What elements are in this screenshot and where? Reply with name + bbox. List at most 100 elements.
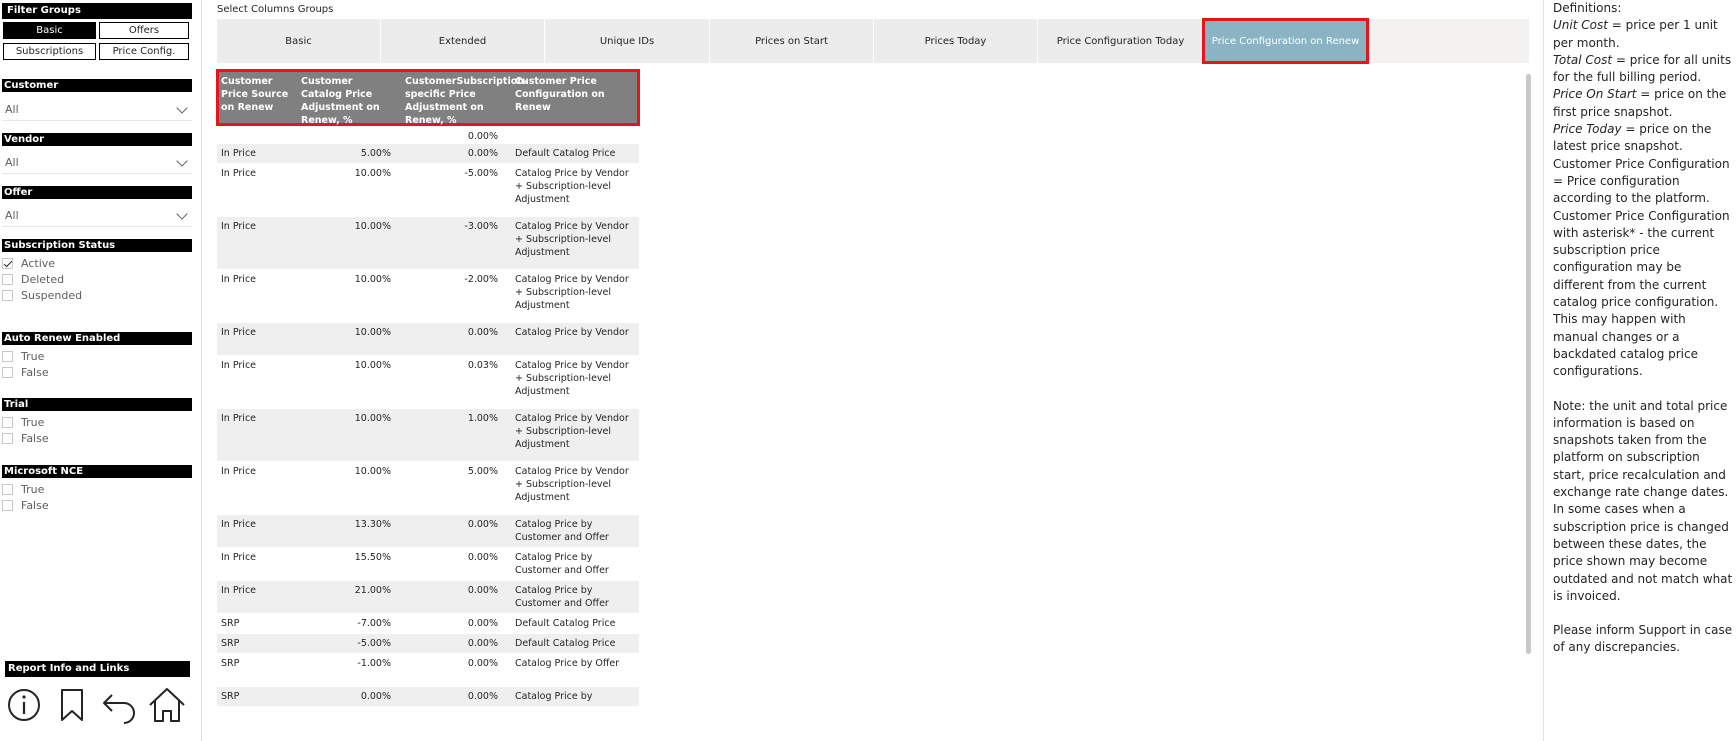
info-icon[interactable] [5,686,43,724]
cell-specific-adjustment: 5.00% [467,466,498,477]
checkbox-icon [2,289,13,301]
cell-specific-adjustment: -2.00% [464,274,498,285]
cell-specific-adjustment: 0.00% [467,691,498,702]
tab-prices-today[interactable]: Prices Today [874,19,1038,63]
cell-specific-adjustment: 0.00% [467,519,498,530]
table-row[interactable]: In Price 10.00% -3.00% Catalog Price by Ven… [217,217,639,270]
vendor-dropdown-value: All [5,156,19,169]
column-header-price-source[interactable]: Customer Price Source on Renew [221,75,296,114]
cell-price-source: SRP [221,658,240,669]
cell-specific-adjustment: 0.00% [467,552,498,563]
auto-renew-true-checkbox[interactable]: True [2,349,44,363]
cell-price-source: In Price [221,552,257,563]
ms-nce-true-checkbox[interactable]: True [2,482,44,496]
table-row[interactable]: In Price 5.00% 0.00% Default Catalog Price [217,144,639,164]
cell-price-configuration: Catalog Price by Customer and Offer [515,552,609,576]
table-row[interactable]: In Price 10.00% 0.03% Catalog Price by Vend… [217,356,639,409]
cell-catalog-adjustment: -7.00% [357,618,391,629]
trial-true-checkbox[interactable]: True [2,415,44,429]
tab-prices-on-start[interactable]: Prices on Start [710,19,874,63]
tab-unique-ids[interactable]: Unique IDs [545,19,710,63]
filter-group-offers-button[interactable]: Offers [99,22,189,39]
filter-panel: Filter Groups Basic Offers Subscriptions… [0,0,202,741]
tab-price-configuration-today[interactable]: Price Configuration Today [1038,19,1203,63]
tab-price-configuration-on-renew[interactable]: Price Configuration on Renew [1202,18,1369,64]
table-header: Customer Price Source on Renew Customer … [216,69,640,127]
trial-false-label: False [21,431,49,445]
report-info-title: Report Info and Links [5,661,190,677]
table-row[interactable]: SRP 0.00% 0.00% Catalog Price by [217,687,639,707]
ms-nce-true-label: True [21,482,45,496]
checkbox-checked-icon [2,257,13,269]
cell-price-source: In Price [221,413,257,424]
tab-extended[interactable]: Extended [381,19,545,63]
home-icon[interactable] [148,686,186,724]
table-row[interactable]: In Price 10.00% 0.00% Catalog Price by Vend… [217,323,639,356]
checkbox-icon [2,432,13,444]
table-row[interactable]: SRP -1.00% 0.00% Catalog Price by Offer [217,654,639,687]
trial-title: Trial [2,398,192,411]
cell-specific-adjustment: 0.00% [467,131,498,142]
column-header-catalog-adjustment[interactable]: Customer Catalog Price Adjustment on Ren… [301,75,391,127]
vendor-dropdown[interactable]: All [2,152,192,174]
definition-customer-price-config-asterisk: Customer Price Configuration with asteri… [1553,208,1730,310]
cell-price-configuration: Default Catalog Price [515,618,616,629]
cell-catalog-adjustment: 10.00% [354,413,391,424]
cell-catalog-adjustment: 10.00% [354,466,391,477]
ms-nce-false-checkbox[interactable]: False [2,498,49,512]
cell-price-source: In Price [221,466,257,477]
checkbox-icon [2,483,13,495]
cell-price-source: In Price [221,519,257,530]
cell-price-configuration: Catalog Price by Vendor [515,327,629,338]
table-row[interactable]: In Price 10.00% 1.00% Catalog Price by Vend… [217,409,639,462]
table-row[interactable]: SRP -7.00% 0.00% Default Catalog Price [217,614,639,634]
cell-price-configuration: Catalog Price by Customer and Offer [515,585,609,609]
table-row[interactable]: In Price 10.00% 5.00% Catalog Price by Vend… [217,462,639,515]
status-deleted-checkbox[interactable]: Deleted [2,272,64,286]
cell-price-configuration: Catalog Price by Vendor + Subscription-l… [515,413,629,450]
filter-group-basic-button[interactable]: Basic [3,22,96,39]
table-row[interactable]: In Price 21.00% 0.00% Catalog Price by Cust… [217,581,639,614]
customer-dropdown[interactable]: All [2,99,192,121]
table-row[interactable]: In Price 13.30% 0.00% Catalog Price by Cust… [217,515,639,548]
table-row[interactable]: In Price 10.00% -5.00% Catalog Price by Ven… [217,164,639,217]
cell-price-configuration: Catalog Price by Vendor + Subscription-l… [515,221,629,258]
cell-catalog-adjustment: 10.00% [354,221,391,232]
report-page: Filter Groups Basic Offers Subscriptions… [0,0,1736,741]
checkbox-icon [2,416,13,428]
bookmark-icon[interactable] [53,686,91,724]
table-row[interactable]: SRP -5.00% 0.00% Default Catalog Price [217,634,639,654]
table-row[interactable]: In Price 15.50% 0.00% Catalog Price by Cust… [217,548,639,581]
cell-price-source: In Price [221,585,257,596]
status-active-checkbox[interactable]: Active [2,256,55,270]
filter-groups-title: Filter Groups [2,3,192,19]
cell-specific-adjustment: 0.00% [467,638,498,649]
filter-group-price-config-button[interactable]: Price Config. [99,43,189,60]
auto-renew-false-label: False [21,365,49,379]
select-columns-label: Select Columns Groups [217,4,334,15]
table-row[interactable]: In Price 10.00% -2.00% Catalog Price by Ven… [217,270,639,323]
checkbox-icon [2,273,13,285]
cell-catalog-adjustment: 0.00% [360,691,391,702]
checkbox-icon [2,499,13,511]
cell-price-source: In Price [221,168,257,179]
cell-price-configuration: Catalog Price by Vendor + Subscription-l… [515,466,629,503]
auto-renew-false-checkbox[interactable]: False [2,365,49,379]
definition-price-today: Price Today = price on the latest price … [1553,122,1712,154]
offer-dropdown[interactable]: All [2,205,192,227]
filter-group-subscriptions-button[interactable]: Subscriptions [3,43,96,60]
tab-basic[interactable]: Basic [217,19,381,63]
cell-price-source: In Price [221,360,257,371]
cell-price-configuration: Catalog Price by Vendor + Subscription-l… [515,360,629,397]
vendor-filter-title: Vendor [2,133,192,146]
chevron-down-icon [176,101,188,114]
status-suspended-checkbox[interactable]: Suspended [2,288,82,302]
table-row[interactable]: 0.00% [217,127,639,144]
cell-price-configuration: Catalog Price by Vendor + Subscription-l… [515,274,629,311]
column-header-specific-adjustment[interactable]: CustomerSubscription-specific Price Adju… [405,75,528,127]
undo-icon[interactable] [100,686,138,724]
status-active-label: Active [21,256,56,270]
column-header-price-configuration[interactable]: Customer Price Configuration on Renew [515,75,630,114]
vertical-scrollbar[interactable] [1526,74,1531,654]
trial-false-checkbox[interactable]: False [2,431,49,445]
